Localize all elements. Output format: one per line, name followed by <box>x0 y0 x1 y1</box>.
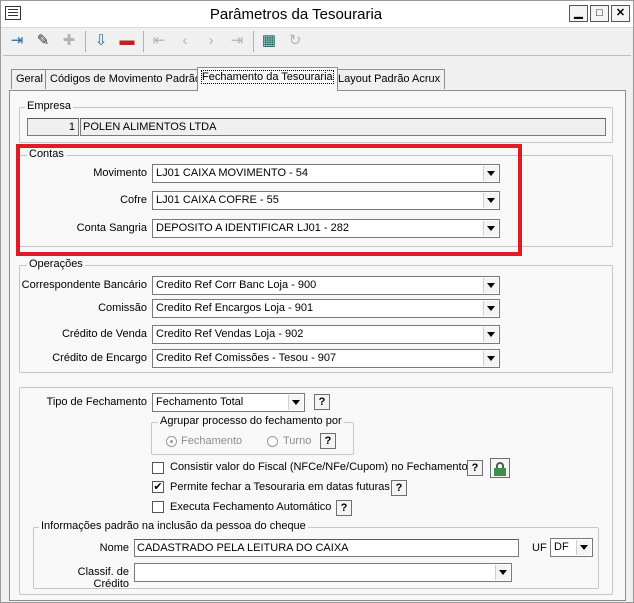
tab-label: Geral <box>16 73 43 85</box>
credito-venda-value: Credito Ref Vendas Loja - 902 <box>156 328 304 340</box>
comissao-label: Comissão <box>98 302 147 314</box>
credito-venda-select[interactable]: Credito Ref Vendas Loja - 902 <box>152 325 500 344</box>
credito-encargo-label: Crédito de Encargo <box>52 352 147 364</box>
lock-body <box>494 468 506 476</box>
prev-icon[interactable]: ‹ <box>173 30 197 53</box>
last-icon[interactable]: ⇥ <box>225 30 249 53</box>
tab-layout-acrux[interactable]: Layout Padrão Acrux <box>333 69 446 89</box>
window-title: Parâmetros da Tesouraria <box>209 6 383 23</box>
info-legend: Informações padrão na inclusão da pessoa… <box>39 520 308 532</box>
turno-radio[interactable] <box>267 436 278 447</box>
chevron-down-icon[interactable] <box>576 540 591 555</box>
tipo-fechamento-label: Tipo de Fechamento <box>46 396 147 408</box>
operacoes-legend: Operações <box>27 258 85 270</box>
close-button[interactable]: ✕ <box>611 5 630 22</box>
credito-encargo-value: Credito Ref Comissões - Tesou - 907 <box>156 352 337 364</box>
exit-icon[interactable]: ⇥ <box>5 30 29 53</box>
chevron-down-icon[interactable] <box>483 327 498 342</box>
tab-fechamento-tesouraria[interactable]: Fechamento da Tesouraria <box>197 67 338 91</box>
grid-icon[interactable]: ▦ <box>257 30 281 53</box>
classif-credito-select[interactable] <box>134 563 512 582</box>
correspondente-label: Correspondente Bancário <box>21 279 147 291</box>
executa-checkbox[interactable] <box>152 501 164 513</box>
empresa-legend: Empresa <box>25 100 74 112</box>
classif-credito-label: Classif. de Crédito <box>77 566 129 590</box>
chevron-down-icon[interactable] <box>495 565 510 580</box>
permite-checkbox[interactable]: ✔ <box>152 481 164 493</box>
next-icon[interactable]: › <box>199 30 223 53</box>
toolbar-separator <box>85 31 86 52</box>
turno-radio-label: Turno <box>283 435 312 447</box>
tipo-fechamento-value: Fechamento Total <box>156 396 244 408</box>
permite-help-button[interactable]: ? <box>391 480 407 496</box>
executa-help-button[interactable]: ? <box>336 500 352 516</box>
consistir-label: Consistir valor do Fiscal (NFCe/NFe/Cupo… <box>170 461 468 473</box>
agrupar-help-button[interactable]: ? <box>320 433 336 449</box>
chevron-down-icon[interactable] <box>483 301 498 316</box>
fechamento-radio[interactable] <box>166 436 177 447</box>
add-icon[interactable]: ✚ <box>57 30 81 53</box>
refresh-icon[interactable]: ↻ <box>283 30 307 53</box>
tab-label: Fechamento da Tesouraria <box>201 70 334 84</box>
tab-label: Layout Padrão Acrux <box>338 73 441 85</box>
credito-encargo-select[interactable]: Credito Ref Comissões - Tesou - 907 <box>152 349 500 368</box>
consistir-checkbox[interactable] <box>152 462 164 474</box>
tab-geral[interactable]: Geral <box>11 69 48 89</box>
tab-codigos-movimento[interactable]: Códigos de Movimento Padrão <box>45 69 207 89</box>
first-icon[interactable]: ⇤ <box>147 30 171 53</box>
nome-field[interactable]: CADASTRADO PELA LEITURA DO CAIXA <box>134 539 519 557</box>
save-icon[interactable]: ⇩ <box>89 30 113 53</box>
chevron-down-icon[interactable] <box>288 395 303 410</box>
fechamento-radio-label: Fechamento <box>181 435 243 447</box>
tipo-fechamento-help-button[interactable]: ? <box>314 394 330 410</box>
comissao-select[interactable]: Credito Ref Encargos Loja - 901 <box>152 299 500 318</box>
comissao-value: Credito Ref Encargos Loja - 901 <box>156 302 314 314</box>
chevron-down-icon[interactable] <box>483 351 498 366</box>
maximize-button[interactable]: □ <box>590 5 609 22</box>
edit-icon[interactable]: ✎ <box>31 30 55 53</box>
credito-venda-label: Crédito de Venda <box>61 328 147 340</box>
lock-icon[interactable] <box>490 458 510 478</box>
empresa-nome-field: POLEN ALIMENTOS LTDA <box>80 118 606 136</box>
delete-icon[interactable]: ▬ <box>115 30 139 53</box>
correspondente-value: Credito Ref Corr Banc Loja - 900 <box>156 279 317 291</box>
uf-select[interactable]: DF <box>550 538 593 557</box>
correspondente-select[interactable]: Credito Ref Corr Banc Loja - 900 <box>152 276 500 295</box>
title-bar: Parâmetros da Tesouraria ▁ □ ✕ <box>1 1 633 28</box>
highlight-box <box>16 144 522 256</box>
minimize-button[interactable]: ▁ <box>569 5 588 22</box>
executa-label: Executa Fechamento Automático <box>170 501 332 513</box>
permite-label: Permite fechar a Tesouraria em datas fut… <box>170 481 390 493</box>
uf-label: UF <box>532 542 547 554</box>
consistir-help-button[interactable]: ? <box>467 460 483 476</box>
agrupar-legend: Agrupar processo do fechamento por <box>158 415 344 427</box>
tab-label: Códigos de Movimento Padrão <box>50 73 202 85</box>
nome-label: Nome <box>99 542 129 554</box>
toolbar: ⇥ ✎ ✚ ⇩ ▬ ⇤ ‹ › ⇥ ▦ ↻ <box>3 28 631 56</box>
empresa-codigo-field: 1 <box>27 118 79 136</box>
tipo-fechamento-select[interactable]: Fechamento Total <box>152 393 305 412</box>
toolbar-separator <box>253 31 254 52</box>
uf-value: DF <box>554 541 569 553</box>
toolbar-separator <box>143 31 144 52</box>
window: Parâmetros da Tesouraria ▁ □ ✕ ⇥ ✎ ✚ ⇩ ▬… <box>0 0 634 603</box>
chevron-down-icon[interactable] <box>483 278 498 293</box>
